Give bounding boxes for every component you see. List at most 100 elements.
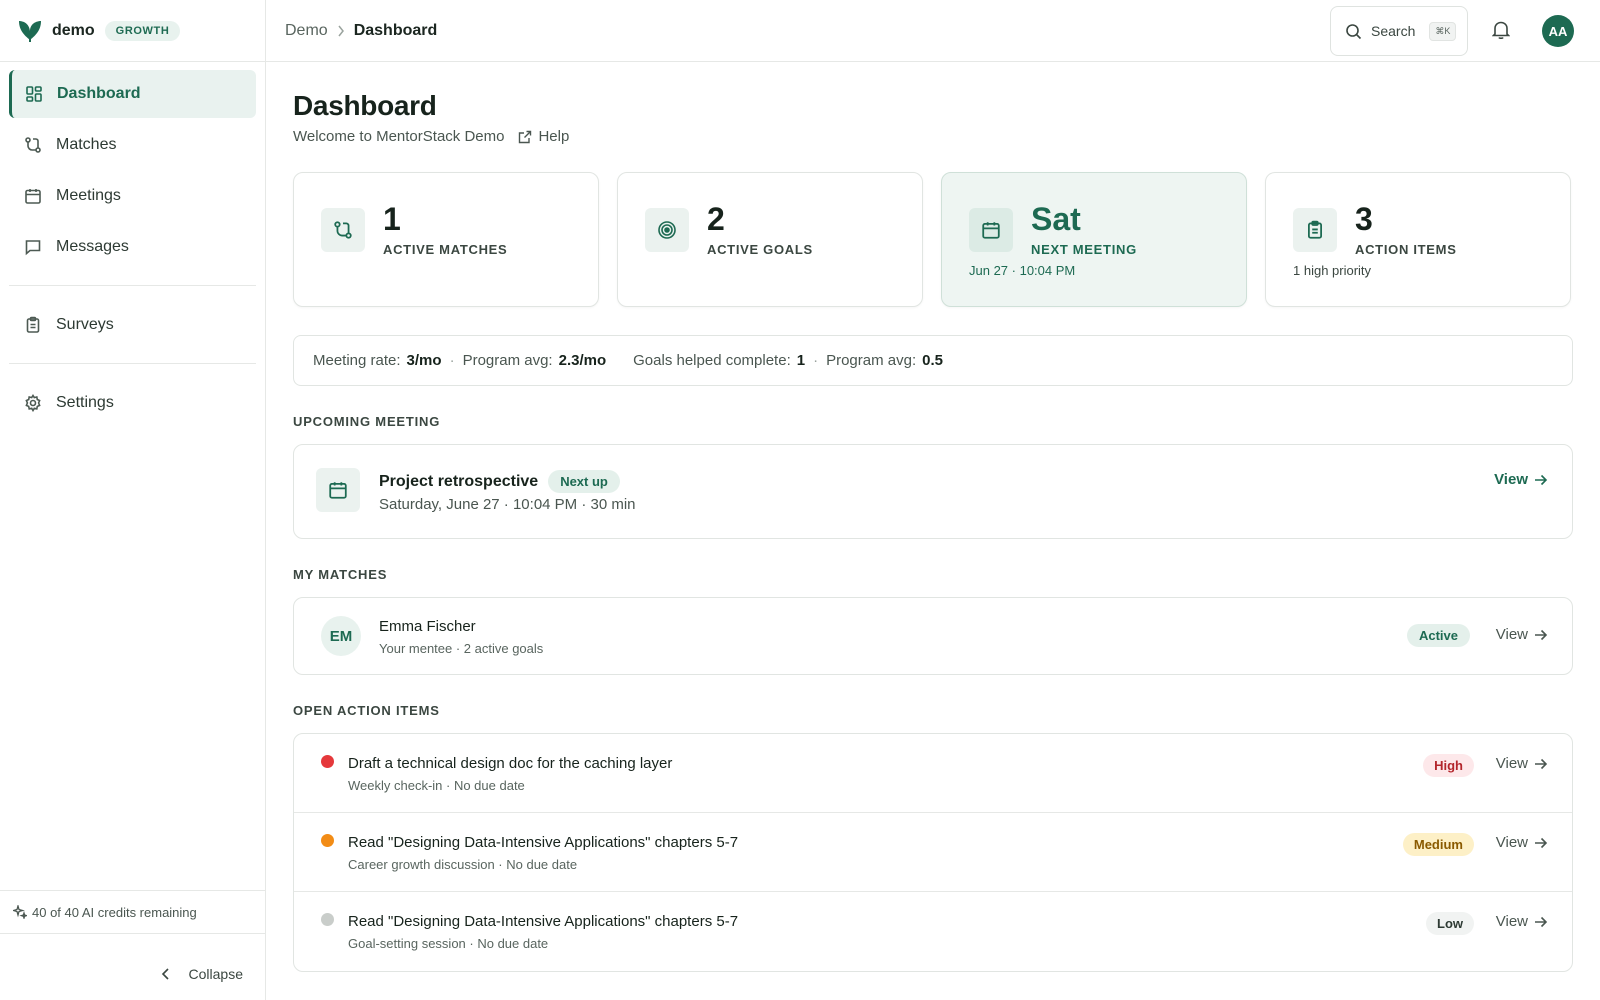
ai-credits: 40 of 40 AI credits remaining	[0, 890, 265, 934]
target-icon	[645, 208, 689, 252]
view-meeting-link[interactable]: View	[1494, 471, 1548, 488]
view-action-item-link[interactable]: View	[1496, 913, 1548, 930]
upcoming-meeting-card[interactable]: Project retrospective Next up Saturday, …	[293, 444, 1573, 539]
view-label: View	[1495, 755, 1528, 772]
stat-active-goals[interactable]: 2 ACTIVE GOALS	[617, 172, 923, 307]
meeting-rate-label: Meeting rate:	[313, 352, 401, 369]
stat-label: NEXT MEETING	[1031, 242, 1137, 257]
calendar-icon	[969, 208, 1013, 252]
stat-action-items[interactable]: 3 ACTION ITEMS 1 high priority	[1265, 172, 1571, 307]
sidebar-nav: Dashboard Matches Meetings Messages Surv…	[0, 62, 265, 427]
meeting-program-avg-value: 2.3/mo	[558, 352, 607, 369]
action-item-title: Draft a technical design doc for the cac…	[348, 755, 673, 772]
next-up-badge: Next up	[548, 470, 620, 493]
view-label: View	[1495, 834, 1528, 851]
git-merge-icon	[321, 208, 365, 252]
arrow-right-icon	[1534, 758, 1548, 770]
priority-badge: Medium	[1402, 833, 1474, 856]
help-link[interactable]: Help	[518, 128, 569, 145]
calendar-icon	[23, 186, 43, 206]
clipboard-icon	[1293, 208, 1337, 252]
match-avatar: EM	[321, 616, 361, 656]
action-item-subtext: Weekly check-in · No due date	[348, 778, 525, 793]
page-title: Dashboard	[293, 90, 437, 121]
goals-label: Goals helped complete:	[633, 352, 791, 369]
meeting-title: Project retrospective	[379, 472, 539, 490]
nav-divider	[9, 363, 256, 364]
breadcrumb-dashboard: Dashboard	[353, 21, 438, 39]
sidebar-item-meetings[interactable]: Meetings	[9, 172, 256, 220]
sidebar-item-matches[interactable]: Matches	[9, 121, 256, 169]
sidebar-item-surveys[interactable]: Surveys	[9, 301, 256, 349]
action-item-subtext: Career growth discussion · No due date	[348, 857, 578, 872]
action-item-title: Read "Designing Data-Intensive Applicati…	[348, 834, 739, 851]
match-subtext: Your mentee · 2 active goals	[379, 641, 544, 656]
stat-value: 3	[1355, 201, 1373, 237]
clipboard-icon	[23, 315, 43, 335]
stat-value: Sat	[1031, 201, 1081, 237]
calendar-icon	[316, 468, 360, 512]
meeting-title-row: Project retrospective Next up	[379, 470, 620, 493]
action-item-row[interactable]: Read "Designing Data-Intensive Applicati…	[294, 892, 1572, 971]
sidebar-item-messages[interactable]: Messages	[9, 223, 256, 271]
external-link-icon	[518, 130, 532, 144]
help-label: Help	[538, 128, 570, 145]
message-square-icon	[23, 237, 43, 257]
priority-dot-high	[321, 755, 334, 768]
plan-badge: GROWTH	[104, 20, 181, 41]
collapse-sidebar-button[interactable]: Collapse	[161, 966, 243, 982]
collapse-label: Collapse	[188, 966, 243, 982]
search-shortcut: ⌘K	[1429, 21, 1457, 41]
stat-label: ACTIVE GOALS	[707, 242, 813, 257]
view-match-link[interactable]: View	[1496, 626, 1548, 643]
breadcrumb: Demo Dashboard	[285, 22, 437, 40]
stat-next-meeting[interactable]: Sat NEXT MEETING Jun 27 · 10:04 PM	[941, 172, 1247, 307]
arrow-right-icon	[1534, 916, 1548, 928]
priority-dot-medium	[321, 834, 334, 847]
section-open-action-items: OPEN ACTION ITEMS	[293, 703, 440, 718]
notifications-bell-icon[interactable]	[1492, 20, 1510, 40]
leaf-logo-icon	[16, 17, 44, 45]
separator-dot: ·	[813, 352, 819, 369]
workspace-name: demo	[52, 21, 95, 39]
ai-credits-text: 40 of 40 AI credits remaining	[32, 904, 197, 920]
view-label: View	[1495, 913, 1528, 930]
goals-value: 1	[796, 352, 806, 369]
search-button[interactable]: Search ⌘K	[1330, 6, 1468, 56]
chevron-right-icon	[337, 25, 345, 37]
user-avatar[interactable]: AA	[1542, 15, 1574, 47]
sidebar-item-settings[interactable]: Settings	[9, 379, 256, 427]
action-item-row[interactable]: Read "Designing Data-Intensive Applicati…	[294, 813, 1572, 892]
view-action-item-link[interactable]: View	[1496, 755, 1548, 772]
sidebar: demo GROWTH Dashboard Matches Meetings M…	[0, 0, 266, 1000]
stat-subtext: Jun 27 · 10:04 PM	[969, 263, 1076, 278]
program-avg-label: Program avg:	[462, 352, 553, 369]
nav-divider	[9, 285, 256, 286]
stat-active-matches[interactable]: 1 ACTIVE MATCHES	[293, 172, 599, 307]
sidebar-item-label: Settings	[56, 394, 114, 411]
stat-value: 1	[383, 201, 401, 237]
arrow-right-icon	[1534, 629, 1548, 641]
sidebar-item-label: Dashboard	[57, 85, 141, 102]
view-action-item-link[interactable]: View	[1496, 834, 1548, 851]
stat-value: 2	[707, 201, 725, 237]
program-avg-label: Program avg:	[826, 352, 917, 369]
action-item-title: Read "Designing Data-Intensive Applicati…	[348, 913, 739, 930]
priority-badge: High	[1423, 754, 1474, 777]
sidebar-item-dashboard[interactable]: Dashboard	[9, 70, 256, 118]
welcome-text: Welcome to MentorStack Demo	[293, 128, 505, 145]
sparkles-icon	[13, 905, 27, 919]
priority-dot-low	[321, 913, 334, 926]
match-card[interactable]: EM Emma Fischer Your mentee · 2 active g…	[293, 597, 1573, 675]
sidebar-item-label: Messages	[56, 238, 129, 255]
action-items-list: Draft a technical design doc for the cac…	[293, 733, 1573, 972]
breadcrumb-demo[interactable]: Demo	[285, 22, 328, 40]
main-content: Dashboard Welcome to MentorStack Demo He…	[293, 62, 1573, 972]
arrow-right-icon	[1534, 474, 1548, 486]
action-item-row[interactable]: Draft a technical design doc for the cac…	[294, 734, 1572, 813]
search-label: Search	[1371, 23, 1416, 39]
git-merge-icon	[23, 135, 43, 155]
priority-badge: Low	[1426, 912, 1474, 935]
brand[interactable]: demo GROWTH	[0, 0, 265, 62]
view-label: View	[1495, 626, 1528, 643]
